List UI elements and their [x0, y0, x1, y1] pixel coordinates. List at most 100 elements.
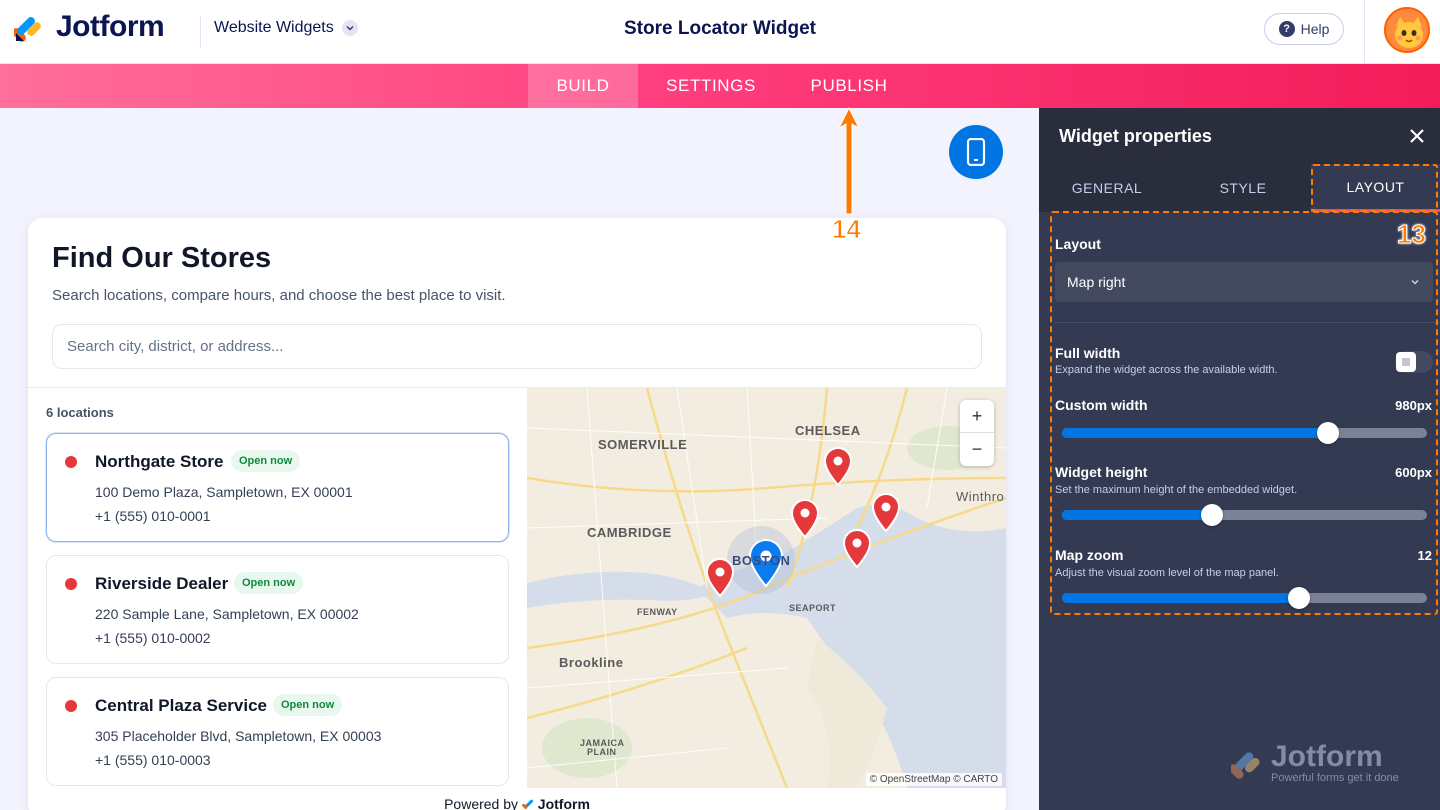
- map-label: CAMBRIDGE: [587, 525, 672, 540]
- jotform-logo-icon: [1231, 752, 1260, 779]
- top-bar: Jotform Website Widgets Store Locator Wi…: [0, 0, 1440, 64]
- custom-width-label: Custom width: [1055, 397, 1148, 413]
- annotation-step-13: 13: [1397, 219, 1427, 250]
- slider-handle[interactable]: [1288, 587, 1311, 609]
- store-phone: +1 (555) 010-0001: [95, 508, 211, 524]
- map-zoom-control: + −: [960, 400, 994, 466]
- custom-width-slider[interactable]: [1062, 422, 1427, 444]
- tab-general[interactable]: GENERAL: [1039, 164, 1175, 212]
- help-label: Help: [1300, 21, 1330, 37]
- status-badge: Open now: [234, 572, 304, 594]
- toggle-knob: [1396, 352, 1416, 372]
- layout-label: Layout: [1055, 236, 1101, 252]
- help-button[interactable]: ? Help: [1264, 13, 1344, 45]
- builder-nav: BUILD SETTINGS PUBLISH: [0, 64, 1440, 108]
- layout-select-value: Map right: [1067, 274, 1126, 290]
- panel-divider: [1055, 322, 1440, 323]
- tab-publish[interactable]: PUBLISH: [796, 64, 902, 108]
- map-label: Brookline: [559, 655, 624, 670]
- map-attribution[interactable]: © OpenStreetMap © CARTO: [865, 773, 1002, 786]
- store-address: 220 Sample Lane, Sampletown, EX 00002: [95, 606, 359, 622]
- widget-height-label: Widget height: [1055, 464, 1148, 480]
- store-name: Central Plaza Service: [95, 696, 267, 715]
- jotform-small-logo-icon: [521, 797, 534, 809]
- header-divider-right: [1364, 0, 1365, 64]
- map-zoom-label: Map zoom: [1055, 547, 1124, 563]
- slider-fill: [1062, 428, 1329, 438]
- widget-properties-panel: Widget properties GENERAL STYLE LAYOUT L…: [1039, 108, 1440, 810]
- widget-height-slider[interactable]: [1062, 504, 1427, 526]
- product-switcher[interactable]: Website Widgets: [214, 19, 358, 37]
- store-address: 305 Placeholder Blvd, Sampletown, EX 000…: [95, 728, 382, 744]
- store-phone: +1 (555) 010-0003: [95, 752, 211, 768]
- panel-header: Widget properties: [1039, 108, 1440, 164]
- slider-handle[interactable]: [1200, 504, 1223, 526]
- map-label: Winthro: [956, 489, 1005, 504]
- zoom-out-button[interactable]: −: [960, 433, 994, 466]
- map-label: PLAIN: [587, 747, 617, 757]
- full-width-label: Full width: [1055, 345, 1121, 361]
- widget-title: Find Our Stores: [52, 242, 272, 274]
- store-map[interactable]: SOMERVILLE CHELSEA CAMBRIDGE BOSTON Wint…: [527, 388, 1006, 788]
- jotform-logo[interactable]: Jotform: [14, 10, 165, 44]
- chevron-down-icon: [341, 20, 358, 36]
- annotation-arrow-icon: [837, 106, 861, 215]
- powered-by[interactable]: Powered by Jotform: [28, 796, 1006, 810]
- map-label: BOSTON: [732, 553, 791, 568]
- tab-settings[interactable]: SETTINGS: [650, 64, 772, 108]
- avatar[interactable]: [1384, 7, 1430, 53]
- tab-style[interactable]: STYLE: [1175, 164, 1311, 212]
- widget-height-desc: Set the maximum height of the embedded w…: [1055, 484, 1298, 496]
- store-list: 6 locations Northgate Store Open now 100…: [28, 388, 527, 788]
- map-zoom-desc: Adjust the visual zoom level of the map …: [1055, 567, 1279, 579]
- store-marker-dot: [65, 456, 77, 468]
- panel-title: Widget properties: [1059, 126, 1212, 146]
- watermark-brand: Jotform: [1271, 740, 1383, 773]
- store-address: 100 Demo Plaza, Sampletown, EX 00001: [95, 484, 353, 500]
- store-marker-dot: [65, 578, 77, 590]
- store-locator-widget: Find Our Stores Search locations, compar…: [28, 218, 1006, 810]
- slider-handle[interactable]: [1317, 422, 1340, 444]
- grip-icon: [1402, 358, 1410, 366]
- status-badge: Open now: [273, 694, 343, 716]
- chevron-down-icon: [1411, 279, 1419, 285]
- powered-by-brand: Jotform: [537, 796, 590, 810]
- location-count: 6 locations: [46, 405, 114, 420]
- store-search-input[interactable]: [52, 324, 982, 369]
- powered-by-label: Powered by: [444, 796, 519, 810]
- full-width-desc: Expand the widget across the available w…: [1055, 364, 1278, 376]
- question-icon: ?: [1278, 21, 1295, 37]
- tab-build[interactable]: BUILD: [528, 64, 638, 108]
- widget-height-value: 600px: [1395, 465, 1432, 480]
- cat-avatar-icon: [1386, 9, 1428, 51]
- annotation-step-14: 14: [832, 214, 862, 245]
- brand-name: Jotform: [56, 10, 165, 43]
- custom-width-value: 980px: [1395, 398, 1432, 413]
- tab-layout[interactable]: LAYOUT: [1311, 164, 1440, 212]
- layout-select[interactable]: Map right: [1055, 262, 1433, 302]
- store-name: Riverside Dealer: [95, 574, 229, 593]
- full-width-toggle[interactable]: [1395, 351, 1433, 373]
- map-label: FENWAY: [637, 607, 678, 617]
- map-label: CHELSEA: [795, 423, 861, 438]
- slider-fill: [1062, 510, 1212, 520]
- store-name: Northgate Store: [95, 452, 224, 471]
- jotform-logo-icon: [14, 17, 41, 42]
- map-label: SOMERVILLE: [598, 437, 688, 452]
- widget-subtitle: Search locations, compare hours, and cho…: [52, 287, 506, 304]
- close-icon[interactable]: [1409, 124, 1425, 150]
- store-card[interactable]: Northgate Store Open now 100 Demo Plaza,…: [46, 433, 509, 542]
- store-card[interactable]: Riverside Dealer Open now 220 Sample Lan…: [46, 555, 509, 664]
- product-name: Website Widgets: [214, 19, 334, 36]
- store-marker-dot: [65, 700, 77, 712]
- zoom-in-button[interactable]: +: [960, 400, 994, 433]
- status-badge: Open now: [231, 450, 301, 472]
- map-label: SEAPORT: [789, 603, 837, 613]
- phone-icon: [966, 138, 986, 166]
- jotform-watermark: Jotform Powerful forms get it done: [1231, 742, 1399, 784]
- map-zoom-slider[interactable]: [1062, 587, 1427, 609]
- store-phone: +1 (555) 010-0002: [95, 630, 211, 646]
- store-card[interactable]: Central Plaza Service Open now 305 Place…: [46, 677, 509, 786]
- mobile-preview-button[interactable]: [949, 125, 1003, 179]
- watermark-tagline: Powerful forms get it done: [1271, 772, 1399, 784]
